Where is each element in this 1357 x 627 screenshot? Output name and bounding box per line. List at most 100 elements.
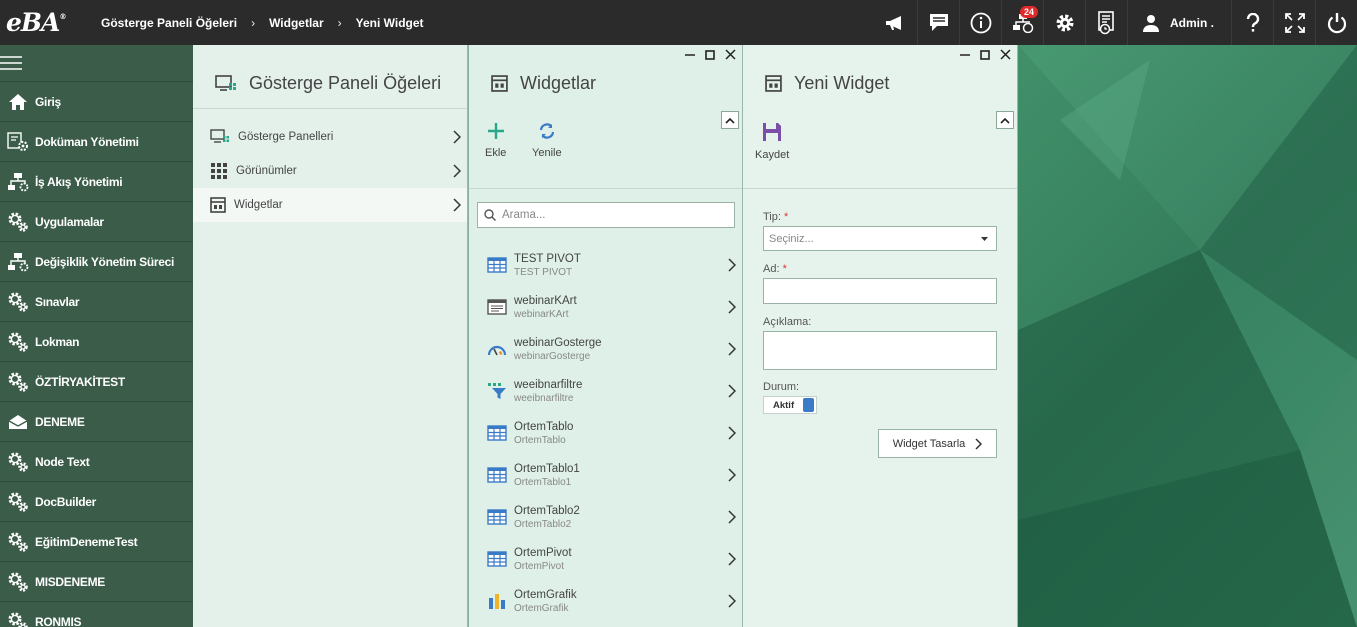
nav-item-widgets[interactable]: Widgetlar xyxy=(193,188,467,222)
plus-icon xyxy=(487,123,504,139)
name-input[interactable] xyxy=(763,278,997,304)
announcement-button[interactable] xyxy=(875,0,917,45)
widget-icon xyxy=(491,75,508,92)
sidebar-item[interactable]: RONMIS xyxy=(0,602,193,627)
widget-list-item[interactable]: OrtemTablo1 OrtemTablo1 xyxy=(469,454,742,496)
chevron-right-icon xyxy=(728,258,736,272)
widget-list-item[interactable]: OrtemGrafik OrtemGrafik xyxy=(469,580,742,622)
chevron-right-icon xyxy=(975,437,983,450)
widget-list-item[interactable]: OrtemPivot OrtemPivot xyxy=(469,538,742,580)
table-icon xyxy=(486,254,508,276)
type-select[interactable]: Seçiniz... xyxy=(763,226,997,251)
sidebar-item[interactable]: DocBuilder xyxy=(0,482,193,522)
megaphone-icon xyxy=(886,15,901,30)
widget-list-item[interactable]: webinarGosterge webinarGosterge xyxy=(469,328,742,370)
minimize-icon[interactable] xyxy=(960,49,970,63)
sidebar-item-label: Değişiklik Yönetim Süreci xyxy=(35,254,175,269)
sidebar-item[interactable]: İş Akış Yönetimi xyxy=(0,162,193,202)
power-icon xyxy=(1327,12,1346,33)
breadcrumb-item[interactable]: Widgetlar xyxy=(269,16,324,30)
refresh-icon xyxy=(539,123,554,139)
chevron-right-icon xyxy=(728,300,736,314)
gears-icon xyxy=(0,491,35,513)
sidebar-item[interactable]: Değişiklik Yönetim Süreci xyxy=(0,242,193,282)
sidebar-item-label: Lokman xyxy=(35,334,80,349)
document-gear-icon xyxy=(0,131,35,152)
sidebar-item-label: Node Text xyxy=(35,454,90,469)
messages-button[interactable] xyxy=(917,0,959,45)
tasks-button[interactable]: 24 xyxy=(1001,0,1043,45)
toggle-knob xyxy=(803,398,814,412)
breadcrumb-separator: › xyxy=(337,15,342,30)
sidebar-item[interactable]: MISDENEME xyxy=(0,562,193,602)
close-icon[interactable] xyxy=(1000,49,1011,63)
dashboard-items-panel: Gösterge Paneli Öğeleri Gösterge Panelle… xyxy=(193,45,468,627)
chevron-right-icon xyxy=(728,384,736,398)
new-widget-toolbar: Kaydet xyxy=(743,108,1017,189)
widget-name: webinarKArt xyxy=(514,294,577,307)
widgets-panel: Widgetlar Ekle Yenile TEST PIVOTTEST PIV… xyxy=(468,45,743,627)
status-value: Aktif xyxy=(773,399,795,411)
refresh-label: Yenile xyxy=(532,147,562,159)
sidebar-item[interactable]: Doküman Yönetimi xyxy=(0,122,193,162)
widget-icon xyxy=(210,197,226,213)
sidebar-item-label: Giriş xyxy=(35,94,61,109)
nav-item-dashboards[interactable]: Gösterge Panelleri xyxy=(193,120,467,154)
sidebar-item[interactable]: Uygulamalar xyxy=(0,202,193,242)
type-label: Tip: * xyxy=(763,211,789,223)
sidebar-item[interactable]: ÖZTİRYAKİTEST xyxy=(0,362,193,402)
sidebar-toggle[interactable] xyxy=(0,45,193,82)
maximize-icon[interactable] xyxy=(980,49,990,63)
top-bar: eBA ® Gösterge Paneli Öğeleri › Widgetlar… xyxy=(0,0,1357,45)
widget-design-button[interactable]: Widget Tasarla xyxy=(878,429,997,458)
sidebar-item-label: Sınavlar xyxy=(35,294,80,309)
widget-name: weeibnarfiltre xyxy=(514,378,583,391)
gears-icon xyxy=(0,371,35,393)
add-button[interactable]: Ekle xyxy=(485,122,506,159)
sidebar-item[interactable]: Lokman xyxy=(0,322,193,362)
widget-name: OrtemTablo1 xyxy=(514,462,580,475)
widget-list-item[interactable]: TEST PIVOT TEST PIVOT xyxy=(469,244,742,286)
sidebar-item[interactable]: Node Text xyxy=(0,442,193,482)
collapse-toolbar-button[interactable] xyxy=(721,111,739,129)
chevron-right-icon xyxy=(728,468,736,482)
info-button[interactable] xyxy=(959,0,1001,45)
sidebar-item[interactable]: Giriş xyxy=(0,82,193,122)
widget-list-item[interactable]: webinarKArt webinarKArt xyxy=(469,286,742,328)
card-icon xyxy=(486,296,508,318)
widget-subtitle: OrtemTablo1 xyxy=(514,476,572,488)
nav-item-views[interactable]: Görünümler xyxy=(193,154,467,188)
status-toggle[interactable]: Aktif xyxy=(763,396,817,414)
sidebar-item-label: ÖZTİRYAKİTEST xyxy=(35,374,125,389)
widget-list-item[interactable]: OrtemTablo2 OrtemTablo2 xyxy=(469,496,742,538)
refresh-button[interactable]: Yenile xyxy=(532,122,562,159)
widget-list: TEST PIVOT TEST PIVOT webinarKArt webinarKA… xyxy=(469,244,742,622)
fullscreen-button[interactable] xyxy=(1273,0,1315,45)
widget-list-item[interactable]: weeibnarfiltre weeibnarfiltre xyxy=(469,370,742,412)
bar-chart-icon xyxy=(486,590,508,612)
reports-button[interactable] xyxy=(1085,0,1127,45)
breadcrumb-item[interactable]: Gösterge Paneli Öğeleri xyxy=(101,16,237,30)
user-icon xyxy=(1143,14,1159,32)
close-icon[interactable] xyxy=(725,49,736,63)
sidebar-item[interactable]: DENEME xyxy=(0,402,193,442)
sidebar-item[interactable]: EğitimDenemeTest xyxy=(0,522,193,562)
widget-name: TEST PIVOT xyxy=(514,252,581,265)
widget-list-item[interactable]: OrtemTablo OrtemTablo xyxy=(469,412,742,454)
collapse-toolbar-button[interactable] xyxy=(996,111,1014,129)
nav-item-label: Görünümler xyxy=(236,165,297,177)
sidebar-item[interactable]: Sınavlar xyxy=(0,282,193,322)
help-button[interactable] xyxy=(1231,0,1273,45)
app-logo[interactable]: eBA ® xyxy=(0,8,90,37)
sidebar-item-label: DENEME xyxy=(35,414,85,429)
user-menu[interactable]: Admin . xyxy=(1127,0,1231,45)
minimize-icon[interactable] xyxy=(685,49,695,63)
save-button[interactable]: Kaydet xyxy=(755,122,789,161)
breadcrumb-item[interactable]: Yeni Widget xyxy=(356,16,424,30)
maximize-icon[interactable] xyxy=(705,49,715,63)
logout-button[interactable] xyxy=(1315,0,1357,45)
settings-button[interactable] xyxy=(1043,0,1085,45)
search-input[interactable] xyxy=(502,209,722,221)
description-textarea[interactable] xyxy=(763,331,997,370)
widget-form: Tip: * Seçiniz... Ad: * Açıklama: Durum:… xyxy=(763,211,997,414)
